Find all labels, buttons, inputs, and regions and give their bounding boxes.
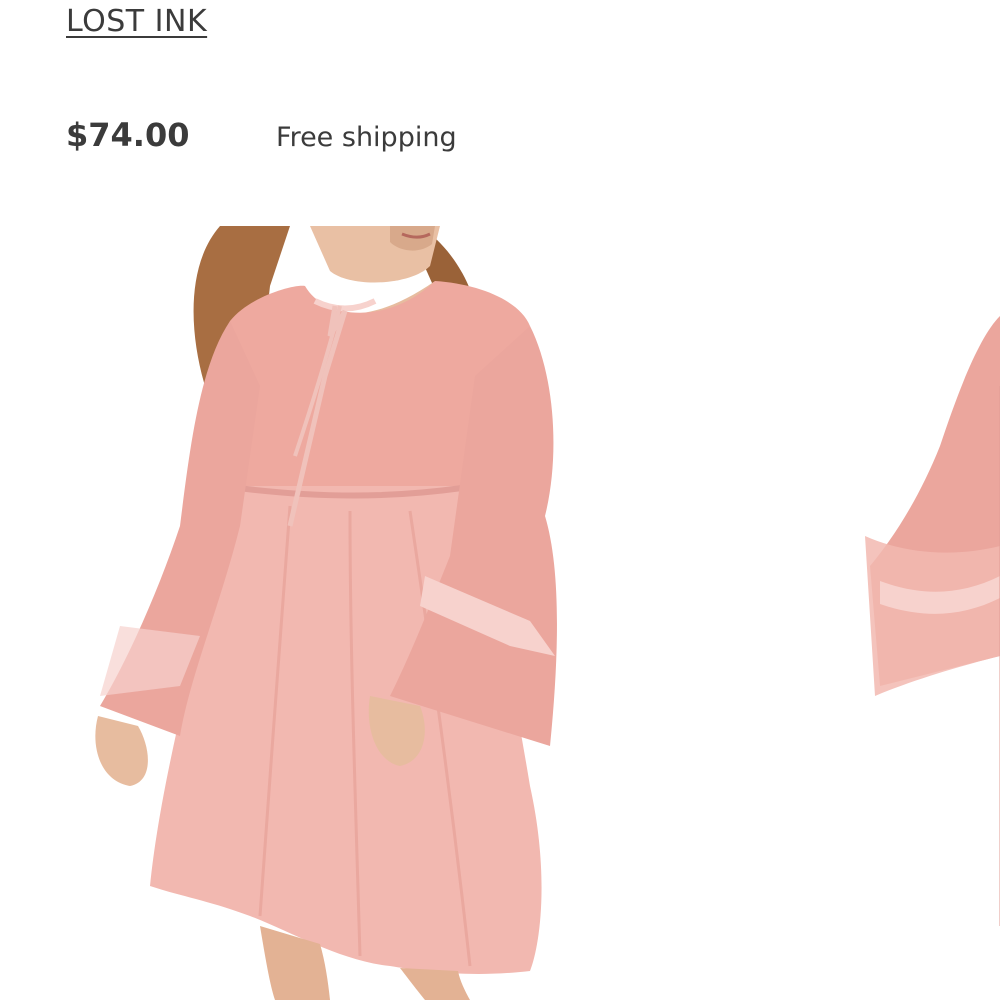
product-photo-next[interactable] bbox=[850, 226, 1000, 1000]
shipping-info: Free shipping bbox=[276, 122, 457, 153]
product-price: $74.00 bbox=[66, 116, 190, 154]
brand-link[interactable]: LOST INK bbox=[66, 4, 207, 39]
product-image-gallery[interactable] bbox=[0, 226, 1000, 1000]
product-photo-main[interactable] bbox=[90, 226, 570, 1000]
